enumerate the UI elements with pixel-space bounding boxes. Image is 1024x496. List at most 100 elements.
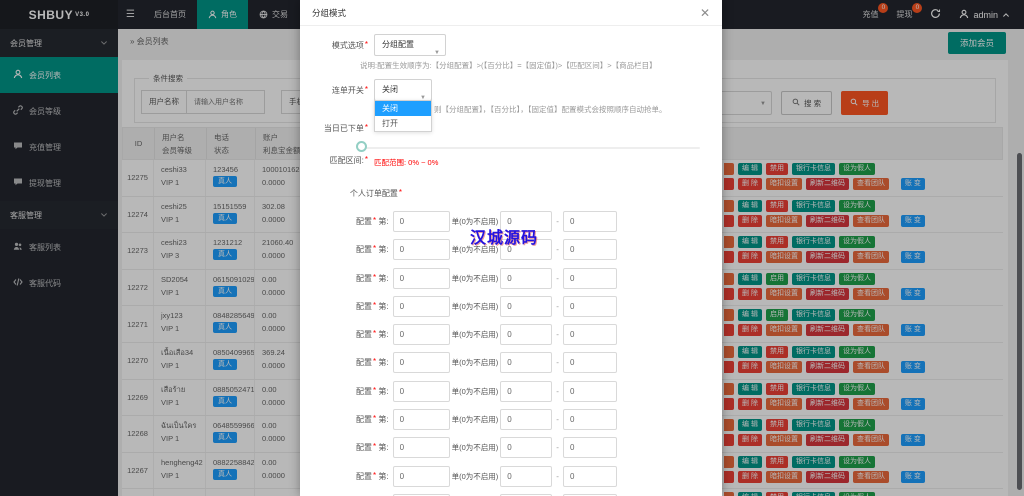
config-label: 配置* 第:	[356, 471, 389, 482]
match-range-row: 匹配区间:* 匹配范围: 0% ~ 0%	[310, 155, 710, 168]
config-max-input[interactable]	[563, 211, 617, 232]
config-max-input[interactable]	[563, 239, 617, 260]
config-max-input[interactable]	[563, 268, 617, 289]
range-dash: -	[556, 415, 559, 424]
group-mode-modal: 分组模式 ✕ 模式选项* 分组配置 ▼ 说明:配置生效顺序为:【分组配置】>(【…	[300, 0, 722, 496]
config-max-input[interactable]	[563, 466, 617, 487]
required-asterisk: *	[373, 442, 376, 451]
today-orders-label: 当日已下单*	[310, 123, 368, 134]
config-min-input[interactable]	[500, 268, 552, 289]
config-label: 配置* 第:	[356, 301, 389, 312]
config-unit-label: 单(0为不启用)	[452, 273, 499, 284]
config-max-input[interactable]	[563, 296, 617, 317]
config-unit-label: 单(0为不启用)	[452, 357, 499, 368]
chain-select-value: 关闭	[382, 85, 398, 94]
config-min-input[interactable]	[500, 466, 552, 487]
required-asterisk: *	[373, 216, 376, 225]
modal-header: 分组模式 ✕	[300, 0, 722, 26]
config-label: 配置* 第:	[356, 329, 389, 340]
required-asterisk: *	[373, 357, 376, 366]
config-min-input[interactable]	[500, 324, 552, 345]
range-dash: -	[556, 472, 559, 481]
close-icon[interactable]: ✕	[700, 7, 710, 19]
config-min-input[interactable]	[500, 296, 552, 317]
order-config-row: 配置* 第: 单(0为不启用) -	[356, 381, 710, 402]
config-max-input[interactable]	[563, 381, 617, 402]
config-label: 配置* 第:	[356, 414, 389, 425]
modal-body: 模式选项* 分组配置 ▼ 说明:配置生效顺序为:【分组配置】>(【百分比】=【固…	[300, 26, 722, 496]
required-asterisk: *	[373, 414, 376, 423]
range-dash: -	[556, 245, 559, 254]
option-open[interactable]: 打开	[375, 116, 431, 131]
config-min-input[interactable]	[500, 409, 552, 430]
config-count-input[interactable]	[393, 409, 450, 430]
modal-title: 分组模式	[312, 7, 346, 19]
config-count-input[interactable]	[393, 239, 450, 260]
chain-select-dropdown: 关闭 打开	[374, 100, 432, 132]
config-max-input[interactable]	[563, 437, 617, 458]
mode-option-row: 模式选项* 分组配置 ▼	[310, 34, 710, 56]
slider-handle[interactable]	[356, 141, 367, 152]
order-config-row: 配置* 第: 单(0为不启用) -	[356, 437, 710, 458]
config-label: 配置* 第:	[356, 442, 389, 453]
chain-switch-label: 连单开关*	[310, 85, 368, 96]
chain-help-text: 则【分组配置】，【百分比】，【固定值】配置模式会按照顺序自动抢单。	[434, 104, 710, 115]
required-asterisk: *	[373, 273, 376, 282]
required-asterisk: *	[365, 40, 368, 49]
config-min-input[interactable]	[500, 352, 552, 373]
config-max-input[interactable]	[563, 409, 617, 430]
config-label: 配置* 第:	[356, 357, 389, 368]
match-range-slider	[310, 140, 710, 156]
mode-select-value: 分组配置	[382, 40, 414, 49]
range-dash: -	[556, 387, 559, 396]
config-unit-label: 单(0为不启用)	[452, 329, 499, 340]
today-orders-row: 当日已下单* 【0】	[310, 123, 710, 134]
config-count-input[interactable]	[393, 466, 450, 487]
app-root: SHBUYV3.0 ☰ 后台首页 角色 交易 充值 0 提现 0	[0, 0, 1024, 496]
config-unit-label: 单(0为不启用)	[452, 414, 499, 425]
match-range-label: 匹配区间:*	[310, 155, 368, 166]
config-unit-label: 单(0为不启用)	[452, 386, 499, 397]
config-count-input[interactable]	[393, 352, 450, 373]
required-asterisk: *	[373, 471, 376, 480]
mode-select[interactable]: 分组配置 ▼	[374, 34, 446, 56]
slider-track	[362, 147, 700, 149]
order-config-row: 配置* 第: 单(0为不启用) -	[356, 268, 710, 289]
config-min-input[interactable]	[500, 437, 552, 458]
required-asterisk: *	[399, 188, 402, 197]
range-dash: -	[556, 330, 559, 339]
config-label: 配置* 第:	[356, 216, 389, 227]
order-config-row: 配置* 第: 单(0为不启用) -	[356, 324, 710, 345]
personal-config-label: 个人订单配置*	[310, 188, 402, 199]
config-label: 配置* 第:	[356, 386, 389, 397]
config-count-input[interactable]	[393, 211, 450, 232]
range-dash: -	[556, 443, 559, 452]
config-unit-label: 单(0为不启用)	[452, 301, 499, 312]
order-config-list: 配置* 第: 单(0为不启用) - 配置* 第: 单(0为不启用) - 配置* …	[310, 211, 710, 496]
config-count-input[interactable]	[393, 268, 450, 289]
chain-select[interactable]: 关闭 ▼	[374, 79, 432, 101]
range-dash: -	[556, 302, 559, 311]
mode-option-label: 模式选项*	[310, 40, 368, 51]
config-count-input[interactable]	[393, 296, 450, 317]
config-count-input[interactable]	[393, 437, 450, 458]
range-dash: -	[556, 358, 559, 367]
config-min-input[interactable]	[500, 381, 552, 402]
config-label: 配置* 第:	[356, 244, 389, 255]
watermark-text: 汉城源码	[470, 224, 538, 248]
config-count-input[interactable]	[393, 324, 450, 345]
config-count-input[interactable]	[393, 381, 450, 402]
required-asterisk: *	[365, 123, 368, 132]
caret-down-icon: ▼	[434, 43, 440, 63]
config-max-input[interactable]	[563, 324, 617, 345]
match-range-value: 匹配范围: 0% ~ 0%	[374, 157, 438, 168]
required-asterisk: *	[373, 301, 376, 310]
option-close[interactable]: 关闭	[375, 101, 431, 116]
config-unit-label: 单(0为不启用)	[452, 442, 499, 453]
mode-help-text: 说明:配置生效顺序为:【分组配置】>(【百分比】=【固定值】)>【匹配区间】>【…	[360, 60, 710, 71]
config-max-input[interactable]	[563, 352, 617, 373]
required-asterisk: *	[373, 329, 376, 338]
chain-switch-row: 连单开关* 关闭 ▼ 关闭 打开	[310, 79, 710, 101]
config-unit-label: 单(0为不启用)	[452, 471, 499, 482]
order-config-row: 配置* 第: 单(0为不启用) -	[356, 409, 710, 430]
